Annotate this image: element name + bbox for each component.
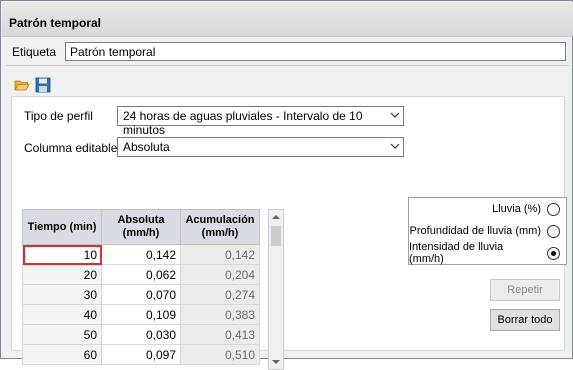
table-row: 10 0,142 0,142 — [22, 244, 260, 265]
dialog: Patrón temporal Etiqueta Patrón temporal… — [0, 0, 573, 370]
chevron-down-icon — [390, 112, 400, 118]
radio-label: Lluvia (%) — [492, 203, 541, 215]
cell-absolute[interactable]: 0,097 — [101, 344, 181, 365]
cell-time[interactable]: 60 — [22, 344, 102, 365]
title-bar: Patrón temporal — [2, 2, 573, 37]
table-row: 20 0,062 0,204 — [22, 264, 260, 285]
cell-cumulative: 0,204 — [180, 264, 260, 285]
column-header-cumulative: Acumulación (mm/h) — [180, 209, 260, 245]
table-scrollbar[interactable] — [268, 209, 284, 370]
repeat-button[interactable]: Repetir — [490, 279, 560, 301]
column-header-time: Tiempo (min) — [22, 209, 102, 245]
column-header-absolute: Absoluta (mm/h) — [101, 209, 181, 245]
scroll-up-icon[interactable] — [269, 210, 283, 224]
cell-cumulative: 0,274 — [180, 284, 260, 305]
profile-type-value: 24 horas de aguas pluviales - Intervalo … — [123, 109, 363, 137]
save-icon[interactable] — [35, 77, 51, 93]
cell-time[interactable]: 10 — [22, 244, 102, 265]
cell-time[interactable]: 40 — [22, 304, 102, 325]
content-panel: Etiqueta Patrón temporal Tipo de perfil … — [6, 37, 569, 370]
cell-cumulative: 0,413 — [180, 324, 260, 345]
label-field-label: Etiqueta — [12, 45, 57, 59]
cell-cumulative: 0,142 — [180, 244, 260, 265]
cell-absolute[interactable]: 0,062 — [101, 264, 181, 285]
radio-rainfall-depth[interactable]: Profundidad de lluvia (mm) — [410, 223, 560, 239]
folder-open-icon[interactable] — [14, 77, 30, 93]
table-row: 40 0,109 0,383 — [22, 304, 260, 325]
profile-type-select[interactable]: 24 horas de aguas pluviales - Intervalo … — [117, 106, 404, 137]
cell-cumulative: 0,383 — [180, 304, 260, 325]
table-row: 60 0,097 0,510 — [22, 344, 260, 365]
radio-rainfall-intensity[interactable]: Intensidad de lluvia (mm/h) — [409, 241, 560, 265]
radio-button[interactable] — [547, 202, 560, 216]
cell-time[interactable]: 50 — [22, 324, 102, 345]
cell-absolute[interactable]: 0,142 — [101, 244, 181, 265]
chevron-down-icon — [390, 143, 400, 149]
table-row: 50 0,030 0,413 — [22, 324, 260, 345]
cell-absolute[interactable]: 0,030 — [101, 324, 181, 345]
cell-cumulative: 0,510 — [180, 344, 260, 365]
radio-button[interactable] — [547, 224, 560, 238]
scrollbar-thumb[interactable] — [271, 226, 281, 246]
cell-absolute[interactable]: 0,109 — [101, 304, 181, 325]
table-row: 30 0,070 0,274 — [22, 284, 260, 305]
radio-button-selected[interactable] — [547, 246, 560, 260]
editor-area: Tipo de perfil 24 horas de aguas pluvial… — [11, 96, 567, 370]
radio-label: Intensidad de lluvia (mm/h) — [409, 241, 504, 265]
radio-label: Profundidad de lluvia (mm) — [409, 225, 541, 237]
scroll-down-icon[interactable] — [269, 355, 283, 369]
units-radio-group: Lluvia (%) Profundidad de lluvia (mm) In… — [408, 197, 567, 265]
clear-all-button[interactable]: Borrar todo — [490, 309, 560, 331]
pattern-table: Tiempo (min) Absoluta (mm/h) Acumulación… — [22, 209, 260, 365]
editable-column-value: Absoluta — [123, 140, 170, 154]
label-field-input[interactable]: Patrón temporal — [65, 42, 566, 61]
divider — [6, 65, 569, 66]
editable-column-select[interactable]: Absoluta — [117, 137, 404, 157]
editable-column-label: Columna editable — [24, 141, 118, 155]
window-title: Patrón temporal — [9, 16, 102, 30]
cell-time[interactable]: 30 — [22, 284, 102, 305]
cell-time[interactable]: 20 — [22, 264, 102, 285]
profile-type-label: Tipo de perfil — [24, 109, 93, 123]
cell-absolute[interactable]: 0,070 — [101, 284, 181, 305]
radio-rainfall-percent[interactable]: Lluvia (%) — [492, 201, 560, 217]
